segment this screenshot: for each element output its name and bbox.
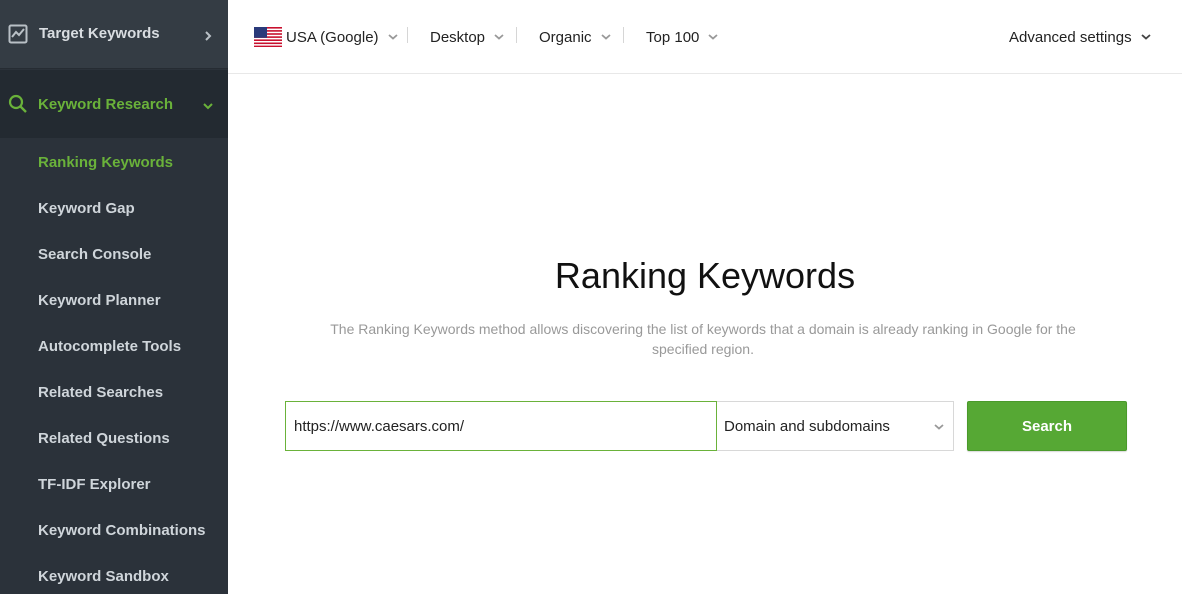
sidebar-item-related-questions[interactable]: Related Questions xyxy=(38,430,170,448)
sidebar-item-ranking-keywords[interactable]: Ranking Keywords xyxy=(38,154,173,172)
sidebar-section-keyword-research[interactable]: Keyword Research xyxy=(0,70,228,138)
search-button[interactable]: Search xyxy=(967,401,1127,451)
sidebar-item-autocomplete-tools[interactable]: Autocomplete Tools xyxy=(38,338,181,356)
advanced-settings-dropdown[interactable]: Advanced settings xyxy=(1009,27,1151,47)
sidebar-item-related-searches[interactable]: Related Searches xyxy=(38,384,163,402)
sidebar-item-search-console[interactable]: Search Console xyxy=(38,246,151,264)
sidebar-item-target-keywords[interactable]: Target Keywords xyxy=(0,0,228,69)
sidebar-item-tf-idf-explorer[interactable]: TF-IDF Explorer xyxy=(38,476,151,494)
divider xyxy=(623,27,624,43)
device-dropdown[interactable]: Desktop xyxy=(430,27,504,47)
sidebar-section-label: Keyword Research xyxy=(38,96,174,113)
chevron-down-icon xyxy=(708,34,718,40)
sidebar-item-keyword-planner[interactable]: Keyword Planner xyxy=(38,292,161,310)
chevron-right-icon xyxy=(205,31,212,41)
sidebar-item-label: Target Keywords xyxy=(39,25,160,42)
page-description: The Ranking Keywords method allows disco… xyxy=(330,321,1076,357)
search-icon xyxy=(8,94,27,113)
depth-label: Top 100 xyxy=(646,28,700,46)
scope-select-value: Domain and subdomains xyxy=(724,417,890,435)
search-type-label: Organic xyxy=(539,28,592,46)
chevron-down-icon xyxy=(203,103,213,110)
chevron-down-icon xyxy=(1140,34,1151,40)
us-flag-icon xyxy=(254,27,282,47)
page-title: Ranking Keywords xyxy=(554,255,856,296)
depth-dropdown[interactable]: Top 100 xyxy=(646,27,718,47)
chevron-down-icon xyxy=(600,34,611,40)
chevron-down-icon xyxy=(387,34,398,40)
domain-url-input[interactable] xyxy=(285,401,717,451)
advanced-settings-label: Advanced settings xyxy=(1009,28,1132,46)
sidebar-item-keyword-combinations[interactable]: Keyword Combinations xyxy=(38,522,206,540)
top-toolbar: USA (Google) Desktop Organic Top 100 Adv… xyxy=(228,0,1182,74)
country-dropdown[interactable]: USA (Google) xyxy=(254,27,398,47)
sidebar-item-keyword-gap[interactable]: Keyword Gap xyxy=(38,200,135,218)
divider xyxy=(516,27,517,43)
chart-line-icon xyxy=(8,24,28,44)
sidebar: Target Keywords Keyword Research Ranking… xyxy=(0,0,228,594)
chevron-down-icon xyxy=(934,424,944,430)
device-label: Desktop xyxy=(430,28,486,46)
scope-select[interactable]: Domain and subdomains xyxy=(717,401,954,451)
divider xyxy=(407,27,408,43)
country-label: USA (Google) xyxy=(286,28,379,46)
sidebar-item-keyword-sandbox[interactable]: Keyword Sandbox xyxy=(38,568,169,586)
chevron-down-icon xyxy=(494,34,504,40)
search-type-dropdown[interactable]: Organic xyxy=(539,27,611,47)
